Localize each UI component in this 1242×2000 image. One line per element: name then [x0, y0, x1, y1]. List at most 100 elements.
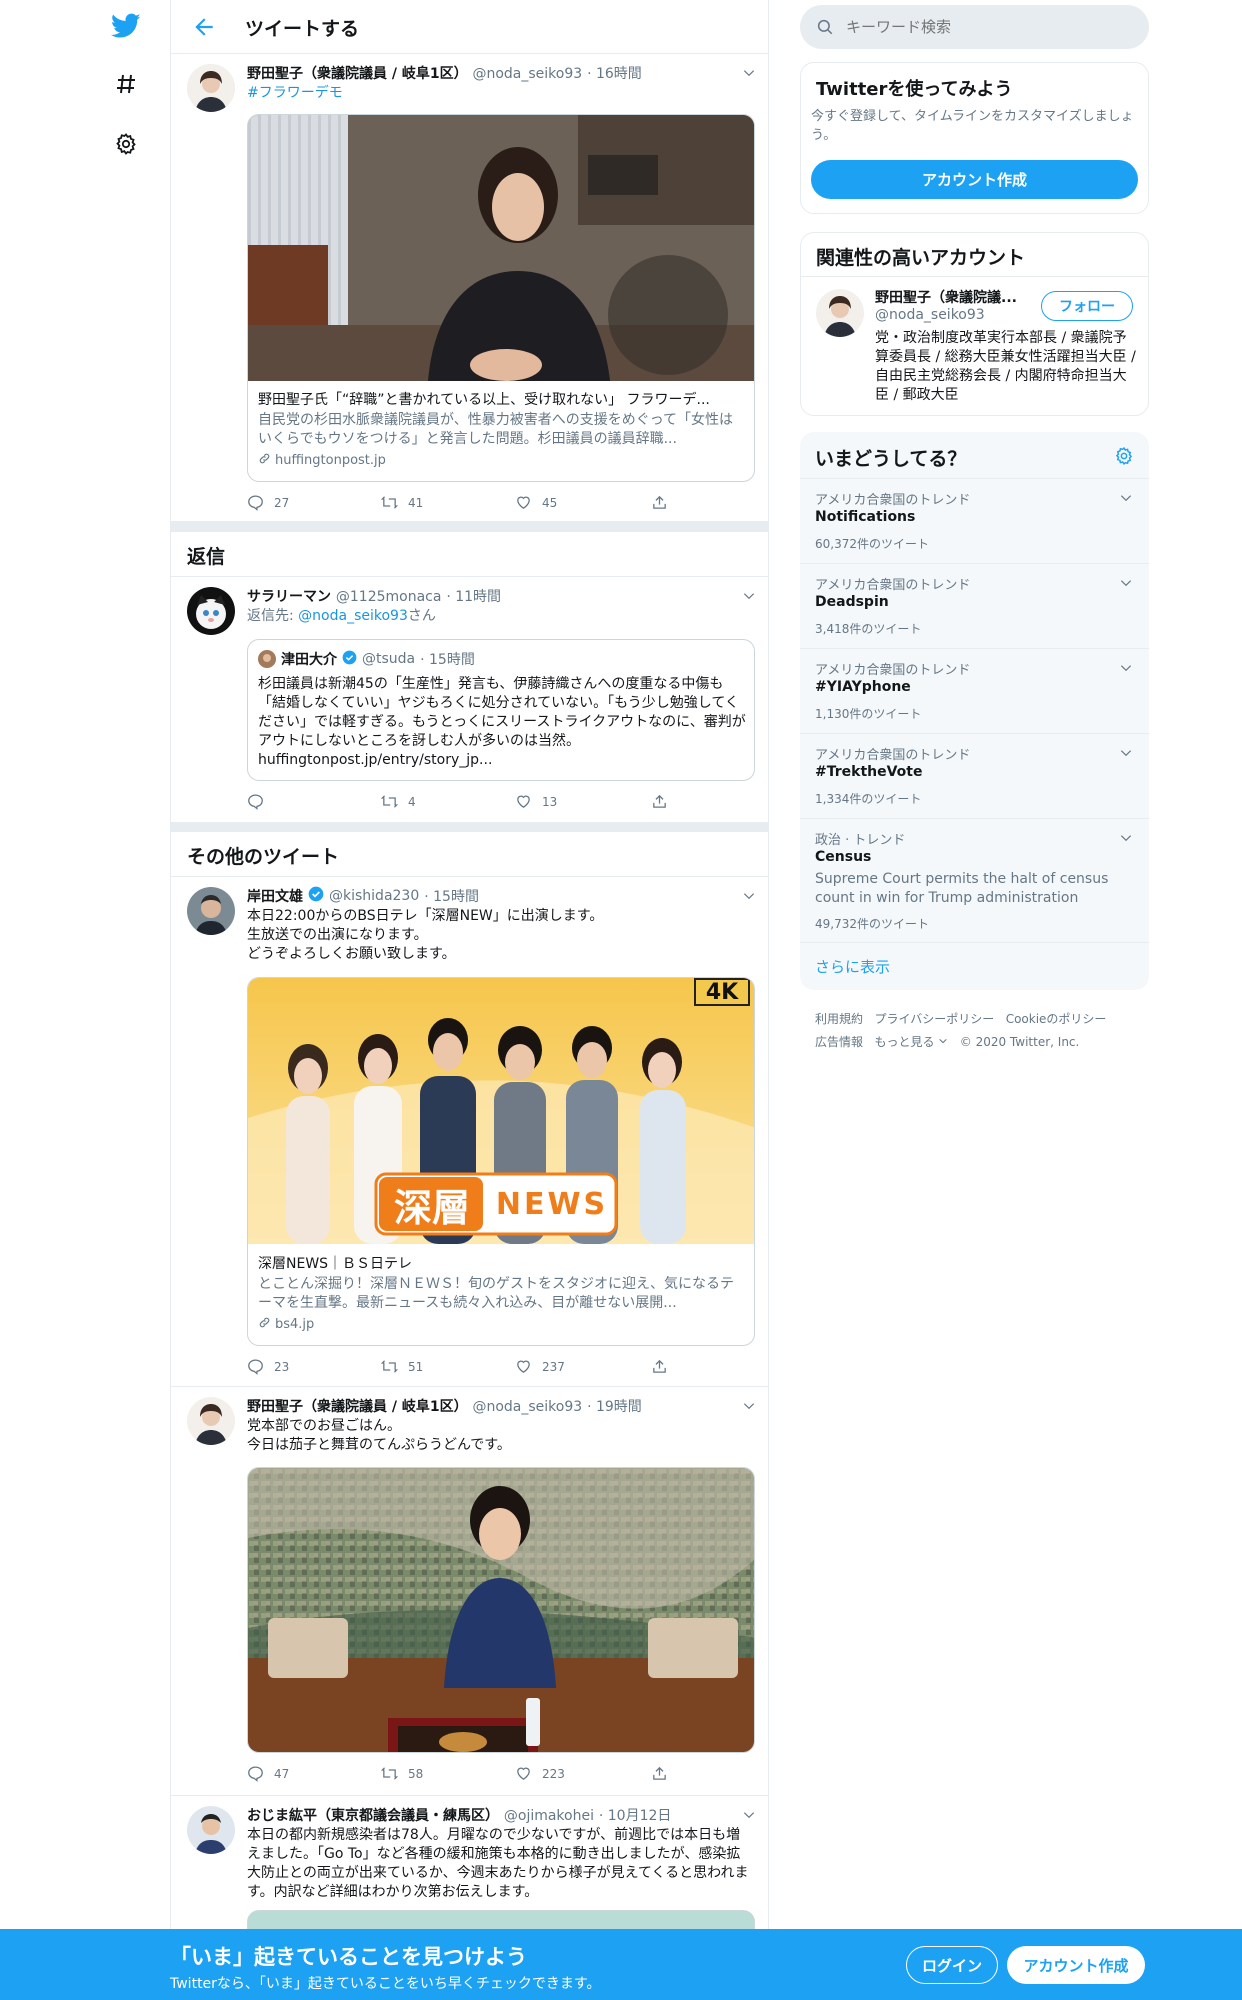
quote-link[interactable]: huffingtonpost.jp/entry/story_jp... [258, 752, 492, 768]
tweet-time[interactable]: · 11時間 [446, 589, 501, 605]
chevron-down-icon[interactable] [742, 889, 756, 903]
retweet-button[interactable]: 58 [381, 1765, 423, 1782]
ads-link[interactable]: 広告情報 [815, 1035, 863, 1049]
link-card[interactable]: 野田聖子氏「“辞職”と書かれている以上、受け取れない」 フラワーデ... 自民党… [247, 114, 755, 482]
settings-gear-icon[interactable] [1114, 446, 1134, 470]
hashtag-link[interactable]: #フラワーデモ [247, 84, 752, 103]
privacy-link[interactable]: プライバシーポリシー [874, 1012, 994, 1026]
trend-item[interactable]: 政治 · トレンド Census Supreme Court permits t… [800, 818, 1149, 942]
login-button[interactable]: ログイン [906, 1946, 998, 1984]
section-gap [171, 822, 768, 832]
retweet-icon [381, 795, 398, 808]
avatar[interactable] [187, 587, 235, 635]
tweet-time[interactable]: · 10月12日 [599, 1808, 672, 1824]
retweet-count: 41 [408, 495, 424, 510]
user-name[interactable]: 野田聖子（衆議院議員 / 岐阜1区） [247, 1399, 468, 1415]
like-button[interactable]: 237 [515, 1358, 565, 1375]
chevron-down-icon[interactable] [742, 66, 756, 80]
user-handle[interactable]: @noda_seiko93 [472, 1399, 582, 1415]
terms-link[interactable]: 利用規約 [815, 1012, 863, 1026]
tweet-time[interactable]: · 16時間 [587, 66, 642, 82]
retweet-button[interactable]: 41 [381, 494, 423, 511]
left-nav [0, 0, 170, 2000]
reply-to-prefix: 返信先: [247, 608, 299, 624]
related-accounts-box: 関連性の高いアカウント 野田聖子（衆議院議... @noda_seiko93 フ… [800, 232, 1149, 416]
main-tweet[interactable]: 野田聖子（衆議院議員 / 岐阜1区） @noda_seiko93 · 16時間 … [171, 54, 768, 522]
reply-button[interactable]: 23 [247, 1358, 289, 1375]
search-box[interactable] [800, 5, 1149, 49]
avatar[interactable] [816, 289, 864, 337]
bottom-create-account-button[interactable]: アカウント作成 [1007, 1946, 1145, 1984]
chevron-down-icon[interactable] [1119, 491, 1133, 505]
share-button[interactable] [651, 1765, 668, 1782]
chevron-down-icon[interactable] [1119, 576, 1133, 590]
user-handle[interactable]: @ojimakohei [504, 1808, 594, 1824]
avatar[interactable] [187, 1397, 235, 1445]
chevron-down-icon[interactable] [742, 1808, 756, 1822]
avatar[interactable] [187, 64, 235, 112]
chevron-down-icon[interactable] [1119, 831, 1133, 845]
search-input[interactable] [846, 15, 1136, 39]
copyright: © 2020 Twitter, Inc. [959, 1035, 1080, 1049]
chevron-down-icon[interactable] [742, 1399, 756, 1413]
like-button[interactable]: 13 [515, 793, 557, 810]
create-account-button[interactable]: アカウント作成 [811, 160, 1138, 199]
user-handle[interactable]: @noda_seiko93 [472, 66, 582, 82]
user-handle[interactable]: @1125monaca [336, 589, 442, 605]
user-name[interactable]: サラリーマン [247, 589, 331, 605]
user-name[interactable]: 岸田文雄 [247, 886, 303, 906]
signup-box: Twitterを使ってみよう 今すぐ登録して、タイムラインをカスタマイズしましょ… [800, 62, 1149, 214]
reply-button[interactable]: 47 [247, 1765, 289, 1782]
tweet-time[interactable]: · 15時間 [424, 886, 479, 906]
like-button[interactable]: 223 [515, 1765, 565, 1782]
related-user-name[interactable]: 野田聖子（衆議院議... [875, 287, 1017, 307]
like-button[interactable]: 45 [515, 494, 557, 511]
replies-section-title: 返信 [187, 546, 226, 568]
trend-item[interactable]: アメリカ合衆国のトレンド #YIAYphone 1,130件のツイート [800, 648, 1149, 733]
share-button[interactable] [651, 793, 668, 810]
trend-item[interactable]: アメリカ合衆国のトレンド Deadspin 3,418件のツイート [800, 563, 1149, 648]
settings-gear-icon[interactable] [110, 128, 142, 160]
tweet-noda-lunch[interactable]: 野田聖子（衆議院議員 / 岐阜1区） @noda_seiko93 · 19時間 … [171, 1387, 768, 1796]
share-button[interactable] [651, 1358, 668, 1375]
user-handle[interactable]: @kishida230 [329, 888, 419, 904]
twitter-logo-icon[interactable] [110, 10, 142, 42]
cookie-link[interactable]: Cookieのポリシー [1006, 1012, 1107, 1026]
user-name[interactable]: おじま紘平（東京都議会議員・練馬区） [247, 1808, 499, 1824]
follow-button[interactable]: フォロー [1041, 291, 1133, 321]
retweet-button[interactable]: 51 [381, 1358, 423, 1375]
quote-handle: @tsuda [362, 651, 416, 667]
right-sidebar: Twitterを使ってみよう 今すぐ登録して、タイムラインをカスタマイズしましょ… [800, 0, 1150, 2000]
reply-tweet[interactable]: サラリーマン @1125monaca · 11時間 返信先: @noda_sei… [171, 577, 768, 821]
tweet-time[interactable]: · 19時間 [587, 1399, 642, 1415]
reply-icon [248, 1359, 263, 1375]
link-card[interactable]: 深層 NEWS 4K 深層NEWS｜ＢＳ日テレ とことん深掘り！深層ＮＥＷＳ！旬… [247, 977, 755, 1346]
retweet-count: 51 [408, 1359, 424, 1374]
avatar[interactable] [187, 1806, 235, 1854]
reply-button[interactable] [247, 793, 274, 810]
reply-button[interactable]: 27 [247, 494, 289, 511]
tweet-photo[interactable] [247, 1467, 755, 1753]
reply-icon [248, 794, 263, 810]
tweet-text-line: 今日は茄子と舞茸のてんぷらうどんです。 [247, 1437, 511, 1453]
share-button[interactable] [651, 494, 668, 511]
related-user-handle[interactable]: @noda_seiko93 [875, 307, 985, 323]
trend-item[interactable]: アメリカ合衆国のトレンド #TrektheVote 1,334件のツイート [800, 733, 1149, 818]
retweet-button[interactable]: 4 [381, 793, 416, 810]
tweet-kishida[interactable]: 岸田文雄 @kishida230 · 15時間 本日22:00からのBS日テレ「… [171, 877, 768, 1387]
heart-icon [517, 496, 530, 509]
trend-item[interactable]: アメリカ合衆国のトレンド Notifications 60,372件のツイート [800, 478, 1149, 563]
show-more-link[interactable]: さらに表示 [815, 956, 890, 977]
quote-avatar [258, 650, 276, 668]
reply-to-handle[interactable]: @noda_seiko93 [298, 608, 408, 624]
quoted-tweet[interactable]: 津田大介 @tsuda · 15時間 杉田議員は新潮45の「生産性」発言も、伊藤… [247, 639, 755, 781]
avatar[interactable] [187, 887, 235, 935]
more-link[interactable]: もっと見る [874, 1035, 934, 1049]
chevron-down-icon[interactable] [742, 589, 756, 603]
show-more-row[interactable]: さらに表示 [800, 942, 1149, 990]
explore-hashtag-icon[interactable] [110, 68, 142, 100]
user-name[interactable]: 野田聖子（衆議院議員 / 岐阜1区） [247, 66, 468, 82]
chevron-down-icon[interactable] [1119, 661, 1133, 675]
chevron-down-icon[interactable] [1119, 746, 1133, 760]
back-arrow-icon[interactable] [191, 14, 217, 40]
